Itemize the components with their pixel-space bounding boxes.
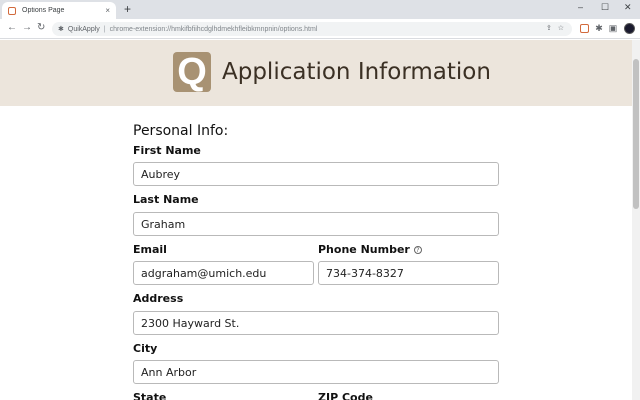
phone-label: Phone Number bbox=[318, 243, 410, 256]
close-window-icon[interactable]: ✕ bbox=[624, 2, 632, 13]
browser-tab[interactable]: Options Page × bbox=[2, 2, 116, 19]
first-name-field[interactable]: Aubrey bbox=[133, 162, 499, 186]
bookmark-star-icon[interactable]: ☆ bbox=[558, 25, 564, 32]
extension-puzzle-icon: ✱ bbox=[58, 26, 64, 33]
state-label: State bbox=[133, 391, 167, 400]
email-field[interactable]: adgraham@umich.edu bbox=[133, 261, 314, 285]
quikapply-logo: Q bbox=[173, 52, 211, 92]
address-field[interactable]: 2300 Hayward St. bbox=[133, 311, 499, 335]
page-scrollbar[interactable] bbox=[632, 40, 640, 400]
address-bar[interactable]: ✱ QuikApply | chrome-extension://hmkifbf… bbox=[52, 22, 572, 36]
zip-label: ZIP Code bbox=[318, 391, 373, 400]
city-field[interactable]: Ann Arbor bbox=[133, 360, 499, 384]
phone-field[interactable]: 734-374-8327 bbox=[318, 261, 499, 285]
page-title: Application Information bbox=[222, 59, 491, 85]
url-separator: | bbox=[103, 25, 106, 33]
quikapply-favicon-icon bbox=[8, 6, 16, 15]
browser-toolbar: ← → ↻ ✱ QuikApply | chrome-extension://h… bbox=[0, 19, 640, 39]
last-name-field[interactable]: Graham bbox=[133, 212, 499, 236]
logo-letter: Q bbox=[177, 51, 207, 93]
section-title-personal-info: Personal Info: bbox=[133, 123, 229, 139]
tab-title: Options Page bbox=[22, 7, 65, 14]
tab-close-icon[interactable]: × bbox=[105, 6, 110, 15]
new-tab-icon[interactable]: + bbox=[124, 3, 131, 15]
help-icon[interactable]: ? bbox=[413, 246, 422, 254]
city-label: City bbox=[133, 342, 158, 355]
url-text[interactable]: chrome-extension://hmkifbfiihcdglhdmekhf… bbox=[110, 26, 318, 33]
omnibox-actions: ⇪ ☆ bbox=[546, 24, 564, 32]
scrollbar-thumb[interactable] bbox=[633, 59, 639, 209]
address-label: Address bbox=[133, 292, 184, 305]
extension-name: QuikApply bbox=[67, 25, 100, 33]
last-name-label: Last Name bbox=[133, 193, 199, 206]
reload-icon[interactable]: ↻ bbox=[37, 22, 45, 34]
back-arrow-icon[interactable]: ← bbox=[7, 22, 17, 34]
phone-label-row: Phone Number? bbox=[318, 243, 422, 256]
forward-arrow-icon[interactable]: → bbox=[22, 22, 32, 34]
minimize-icon[interactable]: – bbox=[578, 2, 583, 12]
first-name-label: First Name bbox=[133, 144, 201, 157]
extensions-puzzle-icon[interactable]: ✱ bbox=[594, 23, 604, 33]
profile-avatar[interactable] bbox=[624, 23, 635, 34]
side-panel-icon[interactable]: ▣ bbox=[608, 23, 618, 33]
email-label: Email bbox=[133, 243, 167, 256]
quikapply-extension-icon[interactable] bbox=[580, 24, 589, 33]
maximize-icon[interactable]: ☐ bbox=[601, 2, 609, 13]
browser-tab-strip: Options Page × + – ☐ ✕ bbox=[0, 0, 640, 19]
share-icon[interactable]: ⇪ bbox=[546, 25, 552, 32]
